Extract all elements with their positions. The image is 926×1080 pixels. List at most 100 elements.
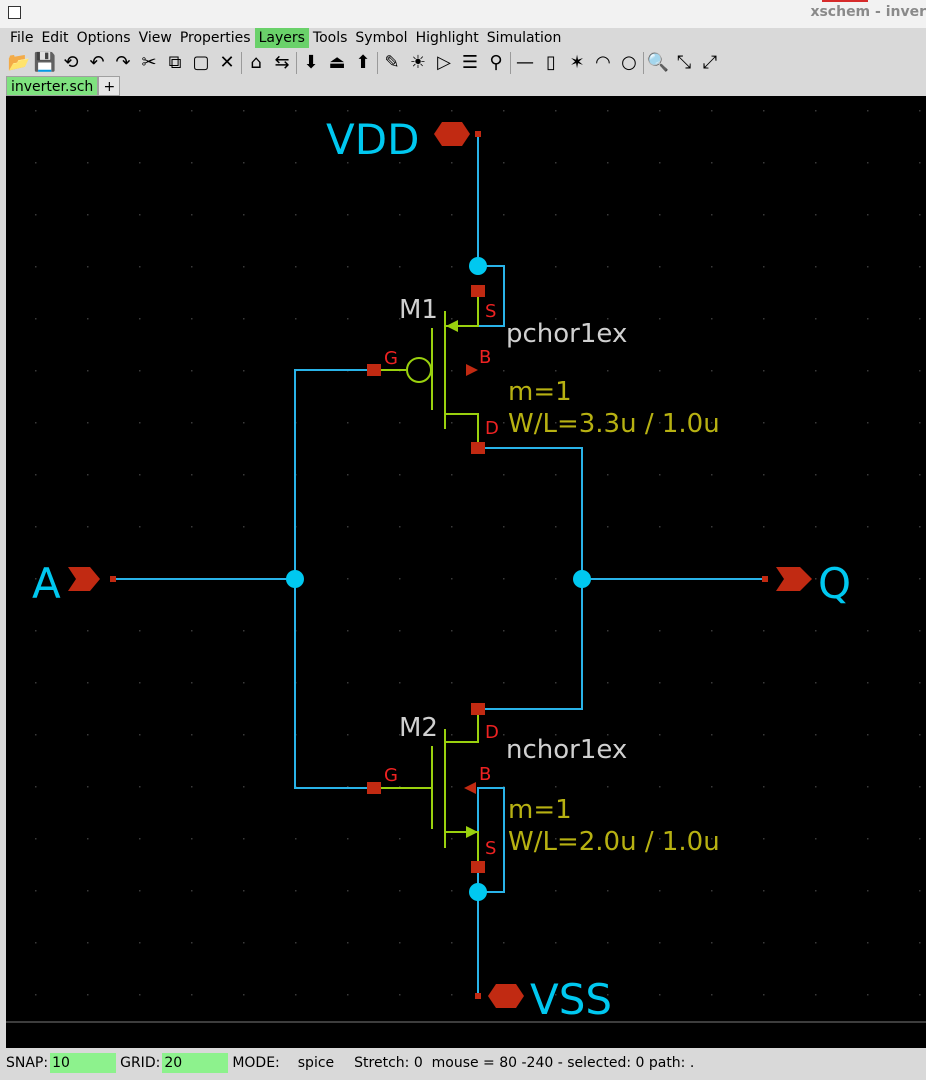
- make-symbol-icon[interactable]: ⏏: [324, 50, 350, 76]
- grid-input[interactable]: 20: [162, 1053, 229, 1073]
- m1-source-terminal[interactable]: [471, 285, 485, 297]
- m1-drain-label: D: [485, 418, 499, 439]
- arc-icon[interactable]: ◠: [590, 50, 616, 76]
- title-accent: [822, 0, 868, 2]
- m2-ref-label: M2: [399, 713, 438, 743]
- pin-icon[interactable]: ⚲: [483, 50, 509, 76]
- io-pins: [68, 122, 812, 1008]
- wire-m1-drain-q[interactable]: [478, 447, 583, 579]
- m1-mult-label: m=1: [508, 377, 572, 407]
- m1-model-label: pchor1ex: [506, 319, 627, 349]
- tab-bar: inverter.sch +: [6, 76, 121, 96]
- menu-properties[interactable]: Properties: [176, 28, 255, 48]
- m2-source-terminal[interactable]: [471, 861, 485, 873]
- open-icon[interactable]: 📂: [6, 50, 32, 76]
- m1-gate-terminal[interactable]: [367, 364, 381, 376]
- menu-options[interactable]: Options: [73, 28, 135, 48]
- menu-view[interactable]: View: [135, 28, 176, 48]
- vss-pin-symbol[interactable]: [488, 984, 524, 1008]
- m2-drain-terminal[interactable]: [471, 703, 485, 715]
- toolbar-separator: [510, 52, 511, 74]
- menu-layers[interactable]: Layers: [254, 28, 309, 48]
- junction-vss: [469, 883, 487, 901]
- wires: [114, 134, 766, 996]
- menu-file[interactable]: File: [6, 28, 37, 48]
- menu-simulation[interactable]: Simulation: [483, 28, 566, 48]
- m2-drain-label: D: [485, 722, 499, 743]
- undo-icon[interactable]: ↶: [84, 50, 110, 76]
- junction-vdd: [469, 257, 487, 275]
- toolbar-separator: [643, 52, 644, 74]
- m2-gate-terminal[interactable]: [367, 782, 381, 794]
- junction-gate: [286, 570, 304, 588]
- add-tab-button[interactable]: +: [98, 76, 121, 96]
- tab-inverter-sch[interactable]: inverter.sch: [6, 76, 99, 96]
- q-pin-label: Q: [818, 559, 851, 608]
- zoom-fit-icon[interactable]: ⤢: [697, 50, 723, 76]
- window-menu-icon[interactable]: [8, 6, 21, 19]
- push-icon[interactable]: ⬇: [298, 50, 324, 76]
- m1-bulk-label: B: [479, 347, 491, 368]
- a-pin-label: A: [32, 559, 61, 608]
- paste-icon[interactable]: ▢: [188, 50, 214, 76]
- bright-icon[interactable]: ☀: [405, 50, 431, 76]
- vss-pin-label: VSS: [530, 975, 612, 1024]
- toolbar-separator: [296, 52, 297, 74]
- m2-gate-label: G: [384, 765, 398, 786]
- wire-q-m2-drain[interactable]: [478, 579, 583, 710]
- grid-label: GRID:: [120, 1055, 161, 1071]
- schematic-canvas[interactable]: VDD VSS A Q M1 pchor1ex m=1 W/L=3.3u / 1…: [6, 96, 926, 1048]
- snap-input[interactable]: 10: [50, 1053, 117, 1073]
- menu-bar: File Edit Options View Properties Layers Tools…: [6, 28, 926, 48]
- menu-symbol[interactable]: Symbol: [351, 28, 411, 48]
- place-symbol-icon[interactable]: ⌂: [243, 50, 269, 76]
- wire-vdd[interactable]: [477, 134, 505, 327]
- polygon-icon[interactable]: ✶: [564, 50, 590, 76]
- window-title: xschem - inver: [810, 4, 926, 20]
- status-info: Stretch: 0 mouse = 80 -240 - selected: 0…: [354, 1055, 695, 1071]
- cut-icon[interactable]: ✂: [136, 50, 162, 76]
- mode-value: spice: [297, 1055, 335, 1071]
- line-icon[interactable]: —: [512, 50, 538, 76]
- toolbar-separator: [377, 52, 378, 74]
- draw-icon[interactable]: ✎: [379, 50, 405, 76]
- vdd-pin-label: VDD: [326, 115, 419, 164]
- m1-drain-terminal[interactable]: [471, 442, 485, 454]
- vdd-pin-symbol[interactable]: [434, 122, 470, 146]
- pop-icon[interactable]: ⬆: [350, 50, 376, 76]
- m1-gate-label: G: [384, 348, 398, 369]
- toolbar-separator: [241, 52, 242, 74]
- menu-edit[interactable]: Edit: [37, 28, 72, 48]
- gate-icon[interactable]: ▷: [431, 50, 457, 76]
- wire-gate-m1[interactable]: [294, 369, 373, 789]
- snap-label: SNAP:: [6, 1055, 49, 1071]
- reload-icon[interactable]: ⟲: [58, 50, 84, 76]
- a-pin-symbol[interactable]: [68, 567, 100, 591]
- delete-icon[interactable]: ✕: [214, 50, 240, 76]
- toolbar: 📂 💾 ⟲ ↶ ↷ ✂ ⧉ ▢ ✕ ⌂ ⇆ ⬇ ⏏ ⬆ ✎ ☀ ▷ ☰ ⚲ — ▯ ✶ ◠ ○ 🔍 ⤡ ⤢: [6, 49, 926, 77]
- zoom-icon[interactable]: 🔍: [645, 50, 671, 76]
- swap-icon[interactable]: ⇆: [269, 50, 295, 76]
- m2-mult-label: m=1: [508, 795, 572, 825]
- zoom-in-icon[interactable]: ⤡: [671, 50, 697, 76]
- rect-icon[interactable]: ▯: [538, 50, 564, 76]
- q-pin-symbol[interactable]: [776, 567, 812, 591]
- circle-icon[interactable]: ○: [616, 50, 642, 76]
- redo-icon[interactable]: ↷: [110, 50, 136, 76]
- m2-bulk-label: B: [479, 764, 491, 785]
- m2-source-label: S: [485, 838, 496, 859]
- menu-highlight[interactable]: Highlight: [412, 28, 483, 48]
- list-icon[interactable]: ☰: [457, 50, 483, 76]
- menu-tools[interactable]: Tools: [309, 28, 352, 48]
- status-bar: SNAP: 10 GRID: 20 MODE: spice Stretch: 0…: [6, 1051, 926, 1075]
- title-bar: xschem - inver: [0, 0, 926, 28]
- m1-size-label: W/L=3.3u / 1.0u: [508, 409, 720, 439]
- copy-icon[interactable]: ⧉: [162, 50, 188, 76]
- m2-model-label: nchor1ex: [506, 735, 627, 765]
- m1-ref-label: M1: [399, 295, 438, 325]
- junction-q: [573, 570, 591, 588]
- save-icon[interactable]: 💾: [32, 50, 58, 76]
- mode-label: MODE:: [232, 1055, 280, 1071]
- m1-source-label: S: [485, 301, 496, 322]
- m2-size-label: W/L=2.0u / 1.0u: [508, 827, 720, 857]
